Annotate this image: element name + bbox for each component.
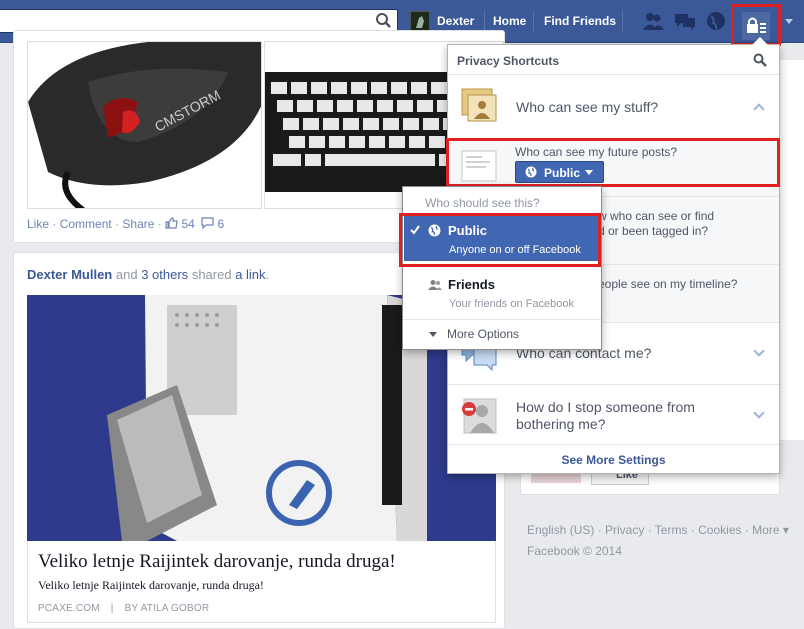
friends-icon	[428, 280, 442, 290]
post-actions: Like · Comment · Share · 54 6	[27, 217, 224, 231]
section-who-can-see-my-stuff[interactable]: Who can see my stuff?	[448, 75, 779, 139]
article-source: PCAXE.COM | BY ATILA GOBOR	[38, 603, 209, 614]
section-title[interactable]: How do I stop someone from bothering me?	[516, 399, 716, 433]
source-name: PCAXE.COM	[38, 603, 100, 614]
option-title: Friends	[448, 277, 495, 292]
section-stop-bothering[interactable]: How do I stop someone from bothering me?	[448, 385, 779, 445]
others-link[interactable]: 3 others	[141, 267, 188, 282]
actor-link[interactable]: Dexter Mullen	[27, 267, 112, 282]
audience-selector-button[interactable]: Public	[515, 161, 604, 183]
divider	[533, 11, 534, 31]
home-link[interactable]: Home	[493, 14, 526, 28]
post-header: Dexter Mullen and 3 others shared a link…	[27, 267, 269, 282]
like-link[interactable]: Like	[27, 217, 49, 231]
likes-count[interactable]: 54	[181, 217, 194, 231]
highlight-box	[399, 213, 601, 267]
option-subtitle: Your friends on Facebook	[449, 298, 574, 310]
dot-separator: ·	[52, 217, 60, 231]
caret-down-icon	[429, 332, 437, 337]
footer-links[interactable]: English (US) · Privacy · Terms · Cookies…	[527, 520, 789, 541]
account-menu-caret-icon[interactable]	[785, 19, 793, 24]
notifications-globe-icon[interactable]	[704, 10, 728, 32]
audience-label: Public	[544, 166, 581, 180]
search-icon[interactable]	[375, 12, 393, 30]
divider	[484, 11, 485, 31]
block-user-icon	[462, 398, 497, 434]
row-text-line: w who can see or find	[598, 209, 715, 223]
find-friends-link[interactable]: Find Friends	[544, 14, 616, 28]
panel-pointer	[752, 37, 768, 45]
footer: English (US) · Privacy · Terms · Cookies…	[527, 520, 789, 562]
section-title[interactable]: Who can see my stuff?	[516, 99, 658, 115]
row-text: eople see on my timeline?	[598, 277, 738, 291]
panel-header: Privacy Shortcuts	[448, 45, 779, 75]
caret-down-icon	[585, 170, 593, 175]
dot-separator: ·	[157, 217, 166, 231]
header-text: shared	[191, 267, 232, 282]
gaming-mouse-image[interactable]: CMSTORM	[27, 41, 262, 209]
search-icon[interactable]	[753, 53, 767, 67]
header-text: and	[115, 267, 138, 282]
article-title[interactable]: Veliko letnje Raijintek darovanje, runda…	[38, 551, 396, 573]
divider	[403, 319, 601, 320]
see-more-settings-link[interactable]: See More Settings	[448, 445, 779, 467]
audience-option-friends[interactable]: Friends Your friends on Facebook	[404, 269, 600, 315]
menu-header: Who should see this?	[425, 196, 540, 210]
search-input[interactable]	[0, 10, 367, 32]
profile-link[interactable]: Dexter	[437, 14, 474, 28]
lock-icon	[747, 17, 766, 33]
avatar[interactable]	[410, 11, 430, 31]
period: .	[265, 267, 270, 282]
divider	[622, 11, 623, 31]
photos-lock-icon	[461, 88, 497, 122]
row-text-line: d or been tagged in?	[598, 224, 709, 238]
comment-link[interactable]: Comment	[60, 217, 112, 231]
more-options-item[interactable]: More Options	[447, 327, 519, 341]
comment-bubble-icon[interactable]	[201, 217, 214, 230]
pipe-separator: |	[110, 603, 114, 614]
chevron-down-icon[interactable]	[753, 345, 765, 357]
right-column-card	[779, 60, 804, 440]
friend-requests-icon[interactable]	[641, 10, 665, 32]
article-description: Veliko letnje Raijintek darovanje, runda…	[38, 578, 264, 592]
panel-title: Privacy Shortcuts	[457, 54, 560, 68]
messages-icon[interactable]	[673, 10, 697, 32]
author-name: BY ATILA GOBOR	[124, 603, 210, 614]
globe-icon	[525, 166, 537, 178]
audience-menu: Who should see this? Public Anyone on or…	[399, 186, 602, 350]
chevron-down-icon[interactable]	[753, 407, 765, 419]
copyright: Facebook © 2014	[527, 544, 622, 558]
share-link[interactable]: Share	[122, 217, 154, 231]
chevron-up-icon[interactable]	[753, 103, 765, 115]
comments-count[interactable]: 6	[218, 217, 225, 231]
thumbs-up-icon[interactable]	[165, 217, 178, 229]
link-link[interactable]: a link	[235, 267, 265, 282]
future-posts-question: Who can see my future posts?	[515, 145, 678, 159]
row-text: w who can see or find d or been tagged i…	[598, 209, 714, 239]
